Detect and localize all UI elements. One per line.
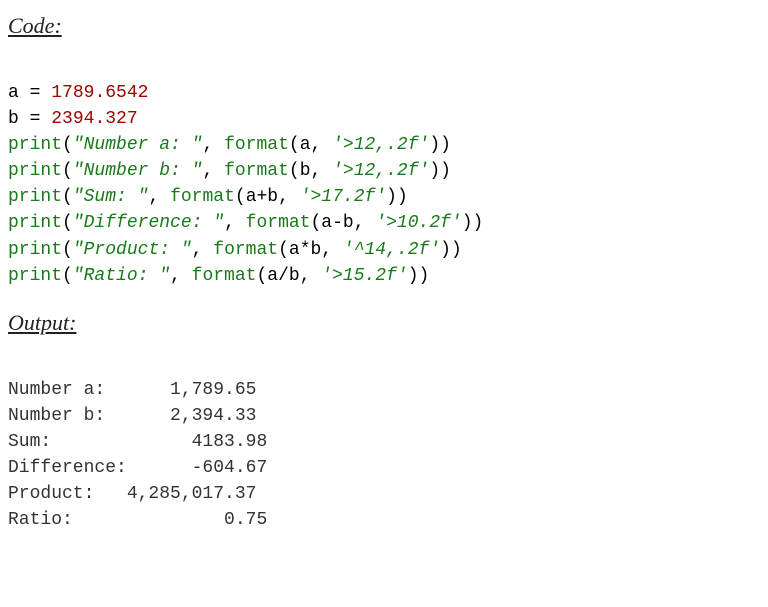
code-token: , (202, 161, 224, 181)
code-token: format (224, 135, 289, 155)
code-token: ) (473, 213, 484, 233)
code-token: print (8, 161, 62, 181)
code-token: '>12,.2f' (332, 135, 429, 155)
code-token: a/b (267, 266, 299, 286)
code-token: a+b (246, 187, 278, 207)
code-token: "Number b: " (73, 161, 203, 181)
output-line: Ratio: 0.75 (8, 510, 267, 530)
code-token: = (30, 83, 41, 103)
code-token: ) (429, 135, 440, 155)
code-token: '>12,.2f' (332, 161, 429, 181)
code-token: "Difference: " (73, 213, 224, 233)
code-token: a (8, 83, 19, 103)
code-token: ) (440, 135, 451, 155)
output-line: Product: 4,285,017.37 (8, 484, 267, 504)
code-token: ) (408, 266, 419, 286)
code-token: format (246, 213, 311, 233)
code-token: print (8, 135, 62, 155)
code-token: , (321, 240, 343, 260)
code-heading: Code: (8, 10, 760, 42)
code-token: ( (289, 135, 300, 155)
code-token: "Sum: " (73, 187, 149, 207)
code-token: = (30, 109, 41, 129)
code-token: ( (235, 187, 246, 207)
code-token: print (8, 213, 62, 233)
code-token: , (311, 135, 333, 155)
code-token: '>10.2f' (375, 213, 461, 233)
code-token: format (170, 187, 235, 207)
code-token: '>15.2f' (321, 266, 407, 286)
code-token: '^14,.2f' (343, 240, 440, 260)
code-token: format (213, 240, 278, 260)
output-line: Difference: -604.67 (8, 458, 267, 478)
code-token: ( (62, 161, 73, 181)
code-token: ) (440, 161, 451, 181)
code-token: , (300, 266, 322, 286)
output-block: Number a: 1,789.65 Number b: 2,394.33 Su… (8, 351, 760, 534)
code-token: ( (278, 240, 289, 260)
code-token: a (300, 135, 311, 155)
code-token: a*b (289, 240, 321, 260)
code-token: "Ratio: " (73, 266, 170, 286)
code-token: ) (397, 187, 408, 207)
code-token: , (278, 187, 300, 207)
code-token: print (8, 187, 62, 207)
code-token: a-b (321, 213, 353, 233)
code-token: ) (451, 240, 462, 260)
code-token: ( (62, 240, 73, 260)
code-token: ( (289, 161, 300, 181)
output-line: Number b: 2,394.33 (8, 406, 256, 426)
code-token: b (8, 109, 19, 129)
code-token: format (192, 266, 257, 286)
code-token: , (224, 213, 246, 233)
code-token: , (148, 187, 170, 207)
code-token: 2394.327 (51, 109, 137, 129)
code-token: format (224, 161, 289, 181)
code-token: print (8, 240, 62, 260)
code-token: '>17.2f' (300, 187, 386, 207)
code-token: ) (440, 240, 451, 260)
output-heading: Output: (8, 307, 760, 339)
code-token: , (202, 135, 224, 155)
code-token: ( (62, 187, 73, 207)
code-token: ) (386, 187, 397, 207)
code-token: "Product: " (73, 240, 192, 260)
code-token: ( (256, 266, 267, 286)
output-line: Number a: 1,789.65 (8, 380, 256, 400)
code-token: ) (462, 213, 473, 233)
code-token: print (8, 266, 62, 286)
output-line: Sum: 4183.98 (8, 432, 267, 452)
code-token: ( (62, 135, 73, 155)
code-token: ) (419, 266, 430, 286)
code-block: a = 1789.6542 b = 2394.327 print("Number… (8, 54, 760, 289)
code-token: b (300, 161, 311, 181)
code-token: , (354, 213, 376, 233)
code-token: , (192, 240, 214, 260)
code-token: ( (62, 213, 73, 233)
code-token: "Number a: " (73, 135, 203, 155)
code-token: 1789.6542 (51, 83, 148, 103)
code-token: ( (62, 266, 73, 286)
code-token: ) (429, 161, 440, 181)
code-token: ( (310, 213, 321, 233)
code-token: , (311, 161, 333, 181)
code-token: , (170, 266, 192, 286)
